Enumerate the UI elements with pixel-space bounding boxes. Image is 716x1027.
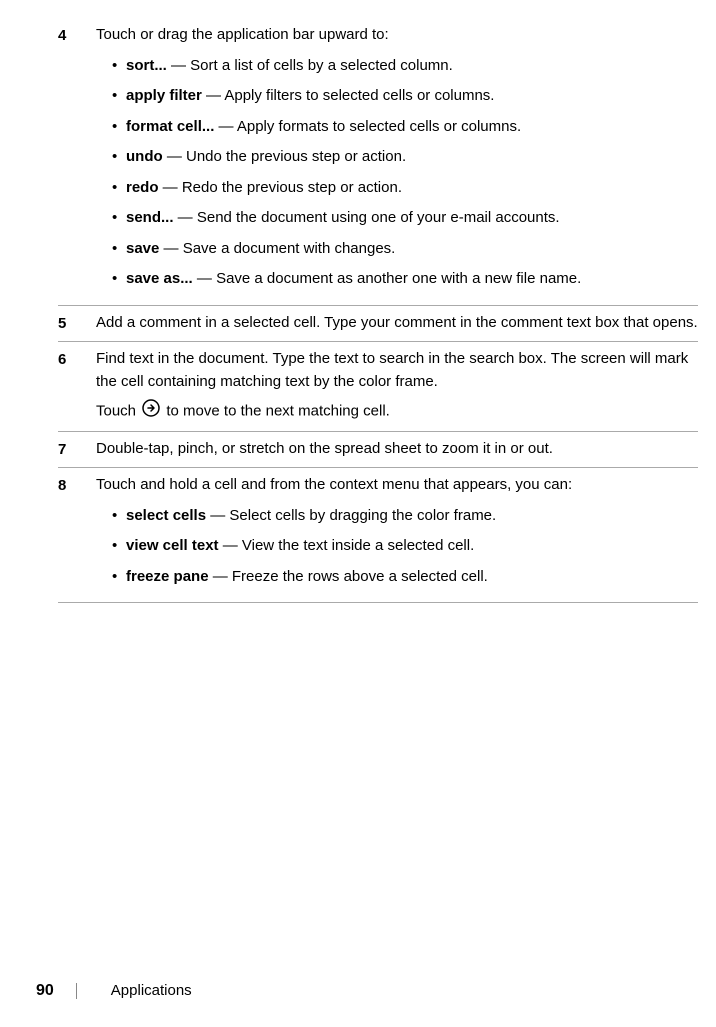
term-desc: — Save a document as another one with a … bbox=[193, 270, 582, 287]
footer-divider bbox=[76, 983, 77, 999]
term: redo bbox=[126, 179, 159, 196]
term-desc: — Send the document using one of your e-… bbox=[174, 209, 560, 226]
list-item: view cell text — View the text inside a … bbox=[114, 535, 698, 558]
next-arrow-icon bbox=[142, 399, 160, 425]
list-item: save as... — Save a document as another … bbox=[114, 268, 698, 291]
term-desc: — Apply formats to selected cells or col… bbox=[214, 118, 521, 135]
step-number: 4 bbox=[58, 24, 96, 299]
step-number: 6 bbox=[58, 348, 96, 425]
term-desc: — Save a document with changes. bbox=[159, 240, 395, 257]
list-item: save — Save a document with changes. bbox=[114, 238, 698, 261]
term: undo bbox=[126, 148, 163, 165]
term: save as... bbox=[126, 270, 193, 287]
term-desc: — View the text inside a selected cell. bbox=[219, 537, 475, 554]
list-item: sort... — Sort a list of cells by a sele… bbox=[114, 55, 698, 78]
step-body: Touch or drag the application bar upward… bbox=[96, 24, 698, 299]
page-number: 90 bbox=[36, 979, 54, 1003]
term: sort... bbox=[126, 57, 167, 74]
step-body: Find text in the document. Type the text… bbox=[96, 348, 698, 425]
step-number: 7 bbox=[58, 438, 96, 462]
term: view cell text bbox=[126, 537, 219, 554]
step-intro: Touch or drag the application bar upward… bbox=[96, 24, 698, 47]
step-body: Double-tap, pinch, or stretch on the spr… bbox=[96, 438, 698, 462]
section-title: Applications bbox=[111, 980, 192, 1003]
page-footer: 90 Applications bbox=[36, 979, 192, 1003]
list-item: select cells — Select cells by dragging … bbox=[114, 505, 698, 528]
list-item: freeze pane — Freeze the rows above a se… bbox=[114, 566, 698, 589]
bullet-list: sort... — Sort a list of cells by a sele… bbox=[96, 55, 698, 291]
term-desc: — Select cells by dragging the color fra… bbox=[206, 507, 496, 524]
term: freeze pane bbox=[126, 568, 209, 585]
term-desc: — Sort a list of cells by a selected col… bbox=[167, 57, 453, 74]
bullet-list: select cells — Select cells by dragging … bbox=[96, 505, 698, 589]
term-desc: — Undo the previous step or action. bbox=[163, 148, 406, 165]
term-desc: — Redo the previous step or action. bbox=[159, 179, 402, 196]
step-intro: Touch and hold a cell and from the conte… bbox=[96, 474, 698, 497]
instruction-row-8: 8 Touch and hold a cell and from the con… bbox=[58, 468, 698, 603]
list-item: redo — Redo the previous step or action. bbox=[114, 177, 698, 200]
term-desc: — Apply filters to selected cells or col… bbox=[202, 87, 495, 104]
list-item: format cell... — Apply formats to select… bbox=[114, 116, 698, 139]
step-text-b: Touch to move to the next matching cell. bbox=[96, 399, 698, 425]
term-desc: — Freeze the rows above a selected cell. bbox=[209, 568, 488, 585]
step-text: Add a comment in a selected cell. Type y… bbox=[96, 314, 698, 331]
term: save bbox=[126, 240, 159, 257]
step-body: Touch and hold a cell and from the conte… bbox=[96, 474, 698, 596]
term: select cells bbox=[126, 507, 206, 524]
term: apply filter bbox=[126, 87, 202, 104]
step-text-a: Find text in the document. Type the text… bbox=[96, 348, 698, 393]
instruction-row-4: 4 Touch or drag the application bar upwa… bbox=[58, 18, 698, 306]
text-pre: Touch bbox=[96, 403, 140, 420]
term: send... bbox=[126, 209, 174, 226]
step-text: Double-tap, pinch, or stretch on the spr… bbox=[96, 440, 553, 457]
text-post: to move to the next matching cell. bbox=[166, 403, 389, 420]
list-item: apply filter — Apply filters to selected… bbox=[114, 85, 698, 108]
term: format cell... bbox=[126, 118, 214, 135]
instruction-row-5: 5 Add a comment in a selected cell. Type… bbox=[58, 306, 698, 343]
list-item: undo — Undo the previous step or action. bbox=[114, 146, 698, 169]
step-number: 5 bbox=[58, 312, 96, 336]
list-item: send... — Send the document using one of… bbox=[114, 207, 698, 230]
instruction-row-7: 7 Double-tap, pinch, or stretch on the s… bbox=[58, 432, 698, 469]
step-number: 8 bbox=[58, 474, 96, 596]
step-body: Add a comment in a selected cell. Type y… bbox=[96, 312, 698, 336]
instruction-row-6: 6 Find text in the document. Type the te… bbox=[58, 342, 698, 432]
